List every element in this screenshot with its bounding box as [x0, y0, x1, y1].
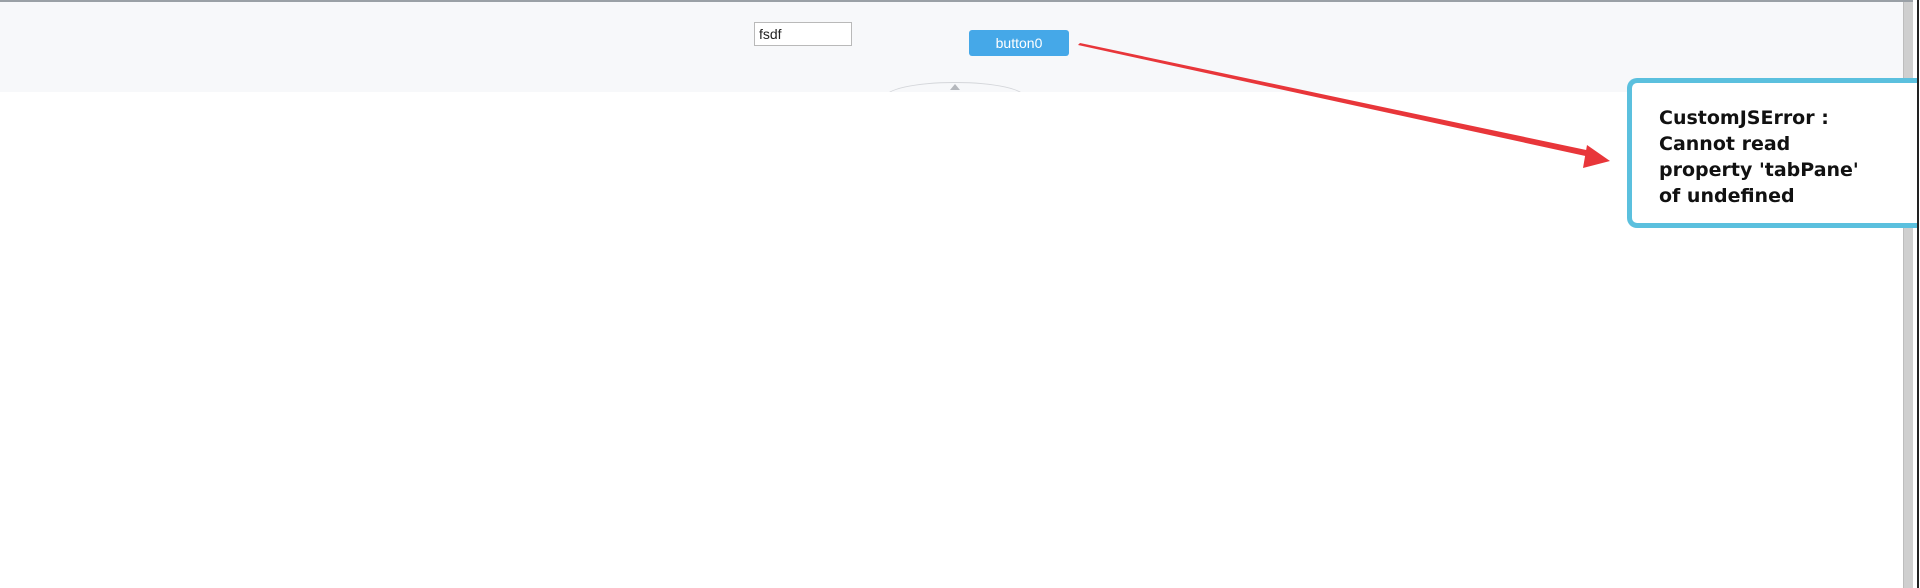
- error-callout: CustomJSError : Cannot read property 'ta…: [1627, 78, 1917, 228]
- app-window: button0 CustomJSError : Cannot read prop…: [0, 0, 1920, 588]
- button0[interactable]: button0: [969, 30, 1069, 56]
- chevron-up-icon: [950, 84, 960, 90]
- text-input[interactable]: [754, 22, 852, 46]
- window-right-border: [1917, 0, 1919, 588]
- error-message: CustomJSError : Cannot read property 'ta…: [1659, 107, 1859, 207]
